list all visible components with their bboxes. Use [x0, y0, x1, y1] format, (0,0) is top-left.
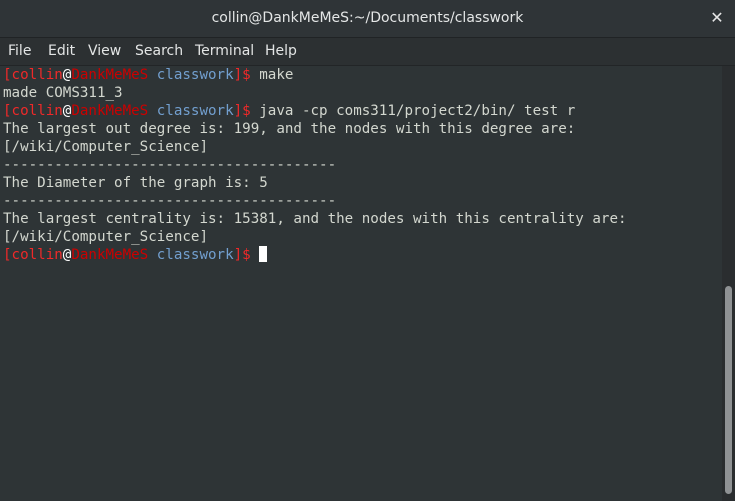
- output-line: The largest centrality is: 15381, and th…: [3, 211, 627, 227]
- prompt-open-bracket: [: [3, 103, 12, 119]
- prompt-dir: classwork: [148, 103, 234, 119]
- menu-help[interactable]: Help: [265, 43, 297, 59]
- prompt-host: DankMeMeS: [71, 103, 149, 119]
- output-separator: ---------------------------------------: [3, 157, 337, 173]
- output-line: [/wiki/Computer_Science]: [3, 229, 208, 245]
- prompt-close: ]$: [233, 247, 260, 263]
- prompt-user: collin: [11, 247, 63, 263]
- prompt-close: ]$: [233, 103, 260, 119]
- menu-terminal[interactable]: Terminal: [195, 43, 254, 59]
- prompt-host: DankMeMeS: [71, 247, 149, 263]
- scrollbar-thumb[interactable]: [725, 286, 732, 494]
- output-line: [/wiki/Computer_Science]: [3, 139, 208, 155]
- prompt-user: collin: [11, 67, 63, 83]
- prompt-dir: classwork: [148, 247, 234, 263]
- menu-view[interactable]: View: [88, 43, 121, 59]
- prompt-line-3: [collin@DankMeMeS classwork]$: [3, 246, 268, 264]
- output-line: The Diameter of the graph is: 5: [3, 175, 268, 191]
- command-text: java -cp coms311/project2/bin/ test r: [259, 103, 576, 119]
- prompt-open-bracket: [: [3, 67, 12, 83]
- close-icon[interactable]: ✕: [707, 6, 727, 30]
- menu-search[interactable]: Search: [135, 43, 183, 59]
- terminal-window: collin@DankMeMeS:~/Documents/classwork ✕…: [0, 0, 735, 501]
- output-line: made COMS311_3: [3, 85, 123, 101]
- output-line: The largest out degree is: 199, and the …: [3, 121, 576, 137]
- output-separator: ---------------------------------------: [3, 193, 337, 209]
- menu-file[interactable]: File: [8, 43, 31, 59]
- terminal-output[interactable]: [collin@DankMeMeS classwork]$ make made …: [0, 66, 722, 501]
- command-text: make: [259, 67, 294, 83]
- prompt-user: collin: [11, 103, 63, 119]
- title-bar[interactable]: collin@DankMeMeS:~/Documents/classwork ✕: [0, 0, 735, 38]
- menu-edit[interactable]: Edit: [48, 43, 75, 59]
- menu-bar: File Edit View Search Terminal Help: [0, 38, 735, 66]
- prompt-line-1: [collin@DankMeMeS classwork]$ make: [3, 66, 293, 84]
- prompt-open-bracket: [: [3, 247, 12, 263]
- prompt-host: DankMeMeS: [71, 67, 149, 83]
- text-cursor: [259, 246, 268, 262]
- prompt-close: ]$: [233, 67, 260, 83]
- window-title: collin@DankMeMeS:~/Documents/classwork: [211, 10, 524, 26]
- prompt-dir: classwork: [148, 67, 234, 83]
- prompt-line-2: [collin@DankMeMeS classwork]$ java -cp c…: [3, 102, 575, 120]
